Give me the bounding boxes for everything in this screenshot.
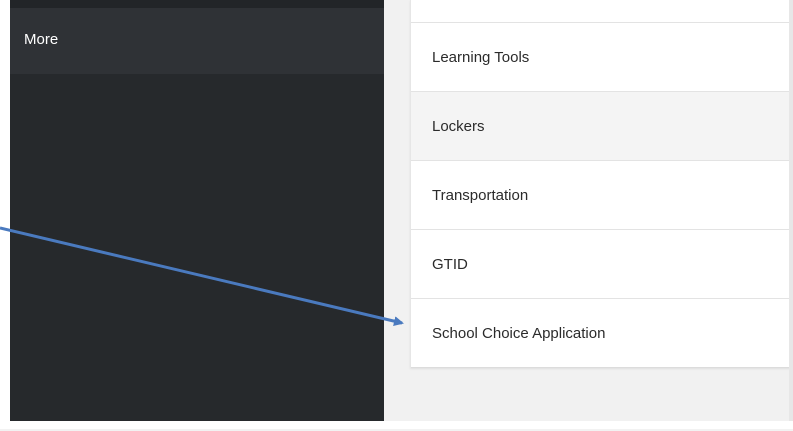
menu-item-gtid[interactable]: GTID [411,230,793,299]
sidebar-top-strip [10,0,384,8]
menu-item-label: Learning Tools [432,48,530,66]
menu-item-label: GTID [432,255,468,273]
menu-item-lockers[interactable]: Lockers [411,92,793,161]
sidebar-item-more[interactable]: More [10,8,384,74]
menu-item-learning-tools[interactable]: Learning Tools [411,23,793,92]
menu-item-transportation[interactable]: Transportation [411,161,793,230]
menu-list: Learning Tools Lockers Transportation GT… [410,0,793,368]
sidebar-item-label: More [24,31,59,48]
main-content: Learning Tools Lockers Transportation GT… [384,0,793,421]
menu-item-label: Lockers [432,117,485,135]
menu-item-label: Transportation [432,186,529,204]
scroll-edge [789,0,793,421]
sidebar: More [10,0,384,421]
menu-item-school-choice-application[interactable]: School Choice Application [411,299,793,368]
list-item-partial[interactable] [411,0,793,23]
menu-item-label: School Choice Application [432,324,606,342]
